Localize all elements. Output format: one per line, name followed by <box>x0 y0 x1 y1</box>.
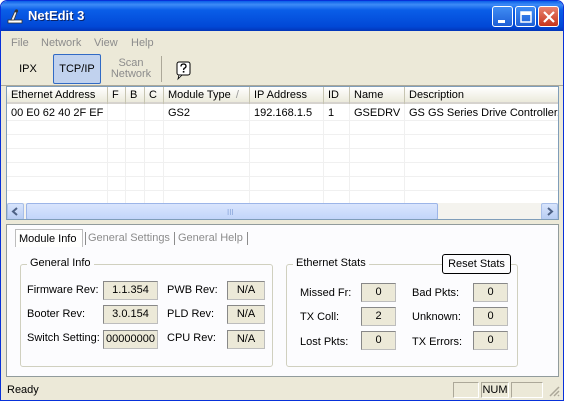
cell-module-type: GS2 <box>168 107 191 119</box>
grid-line <box>7 190 558 191</box>
tab-separator <box>247 232 248 245</box>
minimize-icon <box>498 20 505 23</box>
scroll-left-button[interactable] <box>7 203 24 219</box>
unknown-label: Unknown: <box>412 311 461 323</box>
cell-f <box>108 106 126 120</box>
tab-general-settings[interactable]: General Settings <box>88 229 170 247</box>
cell-c <box>145 106 164 120</box>
col-id[interactable]: ID <box>324 87 350 104</box>
device-list[interactable]: Ethernet Address F B C Module Type / IP … <box>6 86 559 220</box>
switch-label: Switch Setting: <box>27 332 100 344</box>
menu-network[interactable]: Network <box>41 37 81 49</box>
col-f[interactable]: F <box>108 87 126 104</box>
help-question-icon <box>176 61 191 81</box>
bad-pkts-value: 0 <box>473 283 508 302</box>
bad-pkts-label: Bad Pkts: <box>412 287 460 299</box>
scan-label-line2: Network <box>110 68 152 80</box>
toolbar: IPX TCP/IP Scan Network <box>1 53 563 85</box>
status-text: Ready <box>7 384 39 396</box>
cell-id: 1 <box>328 107 335 119</box>
app-window: NetEdit 3 File Network View Help IPX TCP… <box>0 0 564 401</box>
scan-network-button[interactable]: Scan Network <box>105 54 157 84</box>
general-info-title: General Info <box>27 257 94 269</box>
close-icon <box>543 11 555 23</box>
switch-value: 00000000 <box>103 330 158 349</box>
grid-line <box>7 134 558 135</box>
chevron-left-icon <box>11 207 18 216</box>
ipx-button[interactable]: IPX <box>8 54 48 84</box>
menu-bar: File Network View Help <box>1 33 563 53</box>
grid-line <box>7 176 558 177</box>
tab-separator <box>174 232 175 245</box>
missed-label: Missed Fr: <box>300 287 352 299</box>
title-bar[interactable]: NetEdit 3 <box>1 1 563 31</box>
lost-label: Lost Pkts: <box>300 336 349 348</box>
status-pane-scroll <box>511 382 543 398</box>
menu-help[interactable]: Help <box>131 37 154 49</box>
tx-errors-label: TX Errors: <box>412 336 463 348</box>
menu-file[interactable]: File <box>11 37 29 49</box>
cpu-label: CPU Rev: <box>167 332 216 344</box>
col-c[interactable]: C <box>145 87 164 104</box>
status-bar: Ready NUM <box>1 380 563 400</box>
grid-line <box>7 120 558 121</box>
help-button[interactable] <box>170 54 198 84</box>
cpu-value: N/A <box>227 330 265 349</box>
pld-label: PLD Rev: <box>167 308 215 320</box>
scroll-right-button[interactable] <box>541 203 558 219</box>
ethernet-stats-title: Ethernet Stats <box>293 257 369 269</box>
col-module-type-label: Module Type <box>168 89 231 101</box>
cell-ip-address: 192.168.1.5 <box>254 107 313 119</box>
pwb-value: N/A <box>227 281 265 300</box>
firmware-value: 1.1.354 <box>103 281 158 300</box>
lost-value: 0 <box>361 331 396 350</box>
grid-line <box>7 148 558 149</box>
table-row[interactable]: 00 E0 62 40 2F EF GS2 192.168.1.5 1 GSED… <box>7 106 559 120</box>
col-description[interactable]: Description <box>405 87 558 104</box>
col-ip-address[interactable]: IP Address <box>250 87 324 104</box>
txcoll-label: TX Coll: <box>300 311 340 323</box>
booter-label: Booter Rev: <box>27 308 86 320</box>
resize-grip-icon[interactable] <box>548 385 560 397</box>
toolbar-separator <box>161 56 162 82</box>
cell-name: GSEDRV <box>354 107 401 119</box>
device-list-header: Ethernet Address F B C Module Type / IP … <box>7 87 558 104</box>
scroll-thumb[interactable]: III <box>26 203 438 219</box>
horizontal-scrollbar[interactable]: III <box>7 203 558 219</box>
cell-ethernet-address: 00 E0 62 40 2F EF <box>11 107 104 119</box>
pwb-label: PWB Rev: <box>167 284 218 296</box>
maximize-icon <box>520 11 532 23</box>
chevron-right-icon <box>547 207 554 216</box>
reset-stats-button[interactable]: Reset Stats <box>442 254 511 274</box>
cell-description: GS GS Series Drive Controller. <box>409 107 559 119</box>
minimize-button[interactable] <box>492 6 513 27</box>
tcpip-button[interactable]: TCP/IP <box>53 54 101 84</box>
col-ethernet-address[interactable]: Ethernet Address <box>7 87 108 104</box>
tab-separator <box>85 232 86 245</box>
menu-view[interactable]: View <box>94 37 118 49</box>
app-icon <box>7 9 23 24</box>
missed-value: 0 <box>361 283 396 302</box>
booter-value: 3.0.154 <box>103 305 158 324</box>
close-button[interactable] <box>538 6 559 27</box>
cell-b <box>126 106 145 120</box>
status-pane-caps <box>453 382 479 398</box>
scroll-grip: III <box>227 208 234 217</box>
maximize-button[interactable] <box>515 6 536 27</box>
txcoll-value: 2 <box>361 307 396 326</box>
tab-general-help[interactable]: General Help <box>178 229 243 247</box>
col-b[interactable]: B <box>126 87 145 104</box>
pld-value: N/A <box>227 305 265 324</box>
unknown-value: 0 <box>473 307 508 326</box>
tab-module-info[interactable]: Module Info <box>15 229 83 247</box>
sort-indicator: / <box>235 89 239 101</box>
grid-line <box>7 162 558 163</box>
firmware-label: Firmware Rev: <box>27 284 99 296</box>
window-title: NetEdit 3 <box>28 8 85 23</box>
status-pane-num: NUM <box>481 382 509 398</box>
col-name[interactable]: Name <box>350 87 405 104</box>
col-module-type[interactable]: Module Type / <box>164 87 250 104</box>
tx-errors-value: 0 <box>473 331 508 350</box>
